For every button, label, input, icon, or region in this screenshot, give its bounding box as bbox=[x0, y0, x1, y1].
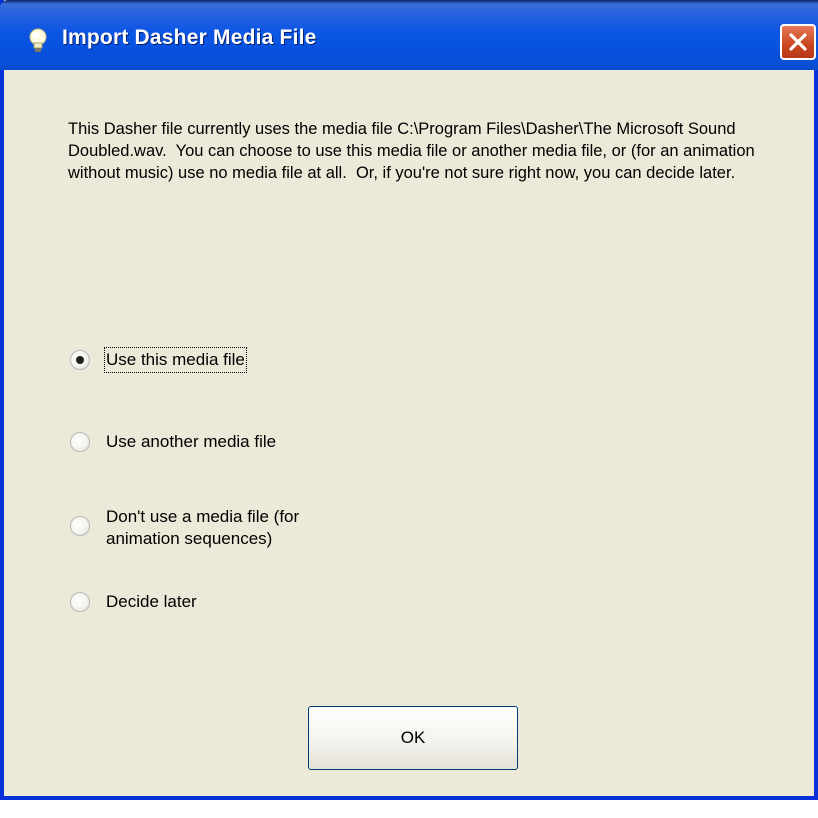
radio-label: Use another media file bbox=[106, 432, 277, 451]
title-bar[interactable]: Import Dasher Media File bbox=[0, 0, 818, 70]
radio-decide-later[interactable]: Decide later bbox=[70, 591, 197, 613]
radio-label: Decide later bbox=[106, 592, 197, 611]
dialog-content: This Dasher file currently uses the medi… bbox=[4, 70, 814, 796]
radio-label: Don't use a media file (for animation se… bbox=[106, 507, 300, 548]
description-text: This Dasher file currently uses the medi… bbox=[68, 120, 760, 182]
close-button[interactable] bbox=[780, 24, 816, 60]
radio-button[interactable] bbox=[70, 432, 90, 452]
window-title: Import Dasher Media File bbox=[62, 26, 317, 49]
radio-button[interactable] bbox=[70, 592, 90, 612]
radio-use-another-media-file[interactable]: Use another media file bbox=[70, 431, 276, 453]
close-icon bbox=[789, 33, 807, 51]
radio-dont-use-media-file[interactable]: Don't use a media file (for animation se… bbox=[70, 506, 299, 550]
ok-button[interactable]: OK bbox=[308, 706, 518, 770]
radio-label: Use this media file bbox=[104, 347, 247, 373]
radio-button-checked[interactable] bbox=[70, 350, 90, 370]
lightbulb-icon bbox=[26, 27, 52, 55]
import-dasher-media-dialog: Import Dasher Media File This Dasher fil… bbox=[0, 0, 818, 800]
radio-button[interactable] bbox=[70, 516, 90, 536]
radio-use-this-media-file[interactable]: Use this media file bbox=[70, 347, 247, 373]
